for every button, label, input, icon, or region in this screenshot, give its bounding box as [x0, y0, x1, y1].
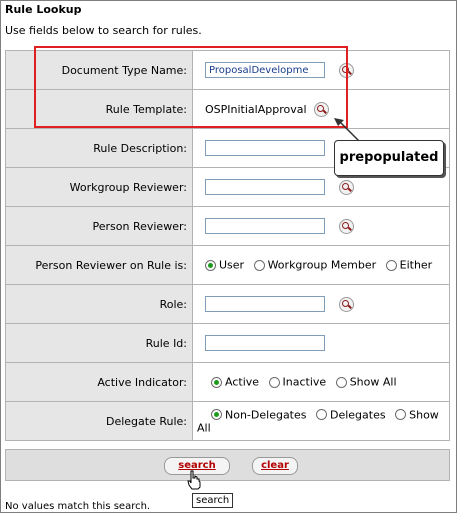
- search-tooltip: search: [192, 493, 234, 508]
- page-title: Rule Lookup: [5, 3, 82, 16]
- workgroup-lookup-icon[interactable]: [338, 179, 354, 195]
- radio-delegates-label: Delegates: [330, 408, 386, 421]
- person-lookup-icon[interactable]: [338, 218, 354, 234]
- row-delegate-rule: Delegate Rule: Non-Delegates Delegates S…: [5, 401, 450, 441]
- prepopulated-highlight-box: [34, 46, 348, 128]
- person-reviewer-label: Person Reviewer:: [5, 206, 193, 246]
- radio-user[interactable]: [205, 259, 216, 271]
- radio-inactive[interactable]: [268, 376, 280, 388]
- row-rule-id: Rule Id:: [5, 323, 450, 363]
- rule-id-input[interactable]: [205, 335, 325, 351]
- active-indicator-label: Active Indicator:: [5, 362, 193, 402]
- page-subtitle: Use fields below to search for rules.: [5, 24, 202, 37]
- person-reviewer-input[interactable]: [205, 218, 325, 234]
- radio-inactive-label: Inactive: [282, 375, 327, 389]
- clear-button[interactable]: clear: [252, 457, 298, 475]
- radio-active[interactable]: [211, 376, 222, 388]
- row-person-reviewer-on-rule: Person Reviewer on Rule is: User Workgro…: [5, 245, 450, 285]
- radio-either[interactable]: [385, 259, 397, 271]
- workgroup-reviewer-label: Workgroup Reviewer:: [5, 167, 193, 207]
- role-label: Role:: [5, 284, 193, 324]
- row-person-reviewer: Person Reviewer:: [5, 206, 450, 246]
- radio-delegates[interactable]: [316, 409, 327, 420]
- rule-id-label: Rule Id:: [5, 323, 193, 363]
- button-bar: search clear: [5, 449, 450, 481]
- delegate-rule-label: Delegate Rule:: [5, 401, 193, 441]
- row-role: Role:: [5, 284, 450, 324]
- radio-show-all[interactable]: [335, 376, 347, 388]
- radio-either-label: Either: [399, 258, 433, 272]
- radio-user-label: User: [219, 258, 245, 272]
- row-active-indicator: Active Indicator: Active Inactive Show A…: [5, 362, 450, 402]
- role-lookup-icon[interactable]: [338, 296, 354, 312]
- pointer-hand-cursor-icon: [187, 470, 201, 490]
- person-reviewer-type-label: Person Reviewer on Rule is:: [5, 245, 193, 285]
- radio-active-label: Active: [225, 375, 260, 389]
- radio-show-all-delegates[interactable]: [395, 409, 407, 420]
- rule-description-label: Rule Description:: [5, 128, 193, 168]
- rule-description-input[interactable]: [205, 140, 325, 156]
- radio-non-delegates-label: Non-Delegates: [225, 408, 307, 421]
- radio-workgroup-member-label: Workgroup Member: [267, 258, 377, 272]
- radio-non-delegates[interactable]: [211, 409, 222, 420]
- radio-workgroup-member[interactable]: [253, 259, 265, 271]
- results-message: No values match this search.: [5, 501, 151, 512]
- workgroup-reviewer-input[interactable]: [205, 179, 325, 195]
- radio-show-all-label: Show All: [349, 375, 397, 389]
- prepopulated-callout: prepopulated: [334, 140, 444, 176]
- role-input[interactable]: [205, 296, 325, 312]
